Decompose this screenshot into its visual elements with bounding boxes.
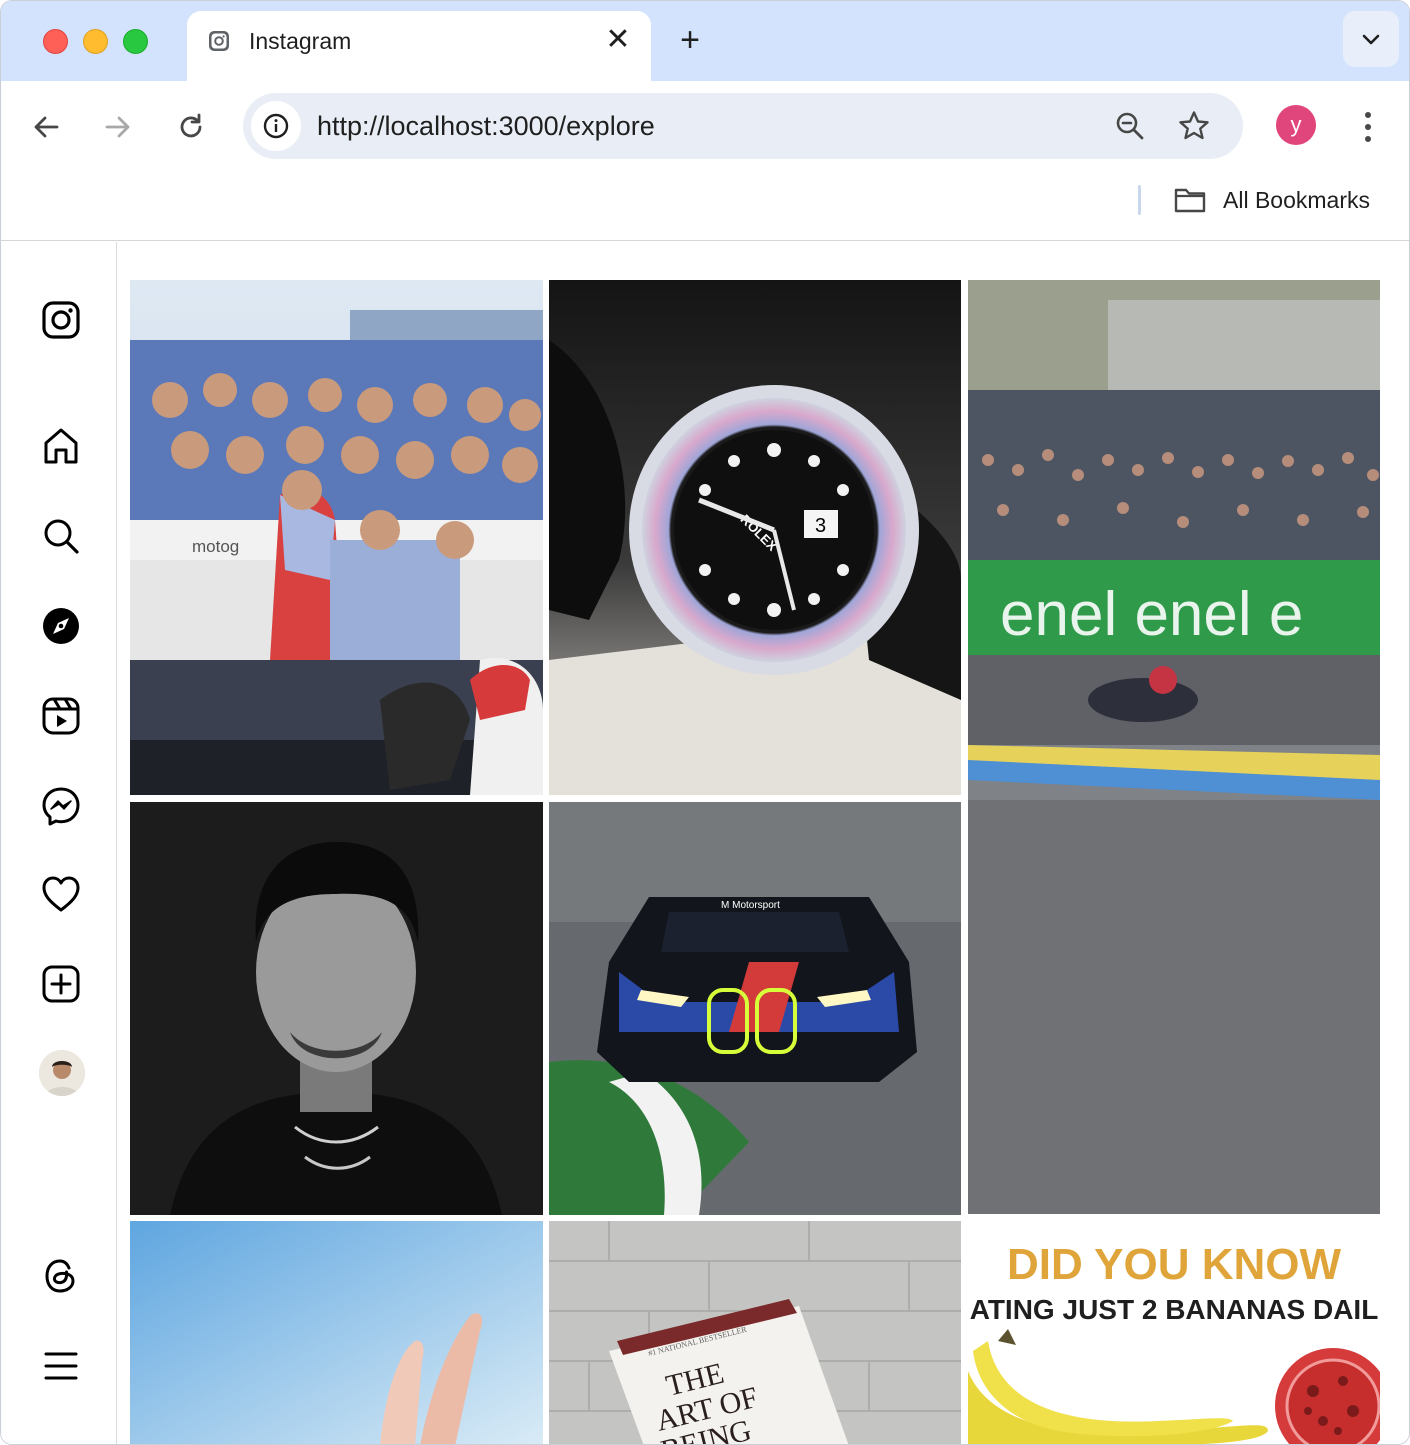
threads-icon [45, 1259, 75, 1293]
zoom-icon[interactable] [1113, 109, 1147, 143]
explore-compass-icon [43, 608, 79, 644]
browser-window: Instagram ✕ + http://localhost:3000/expl… [0, 0, 1410, 1445]
all-bookmarks-link[interactable]: All Bookmarks [1223, 185, 1370, 215]
sidebar-item-search[interactable] [39, 514, 83, 558]
minimize-window-button[interactable] [83, 29, 108, 54]
post-image-motogp-team: motog [130, 280, 543, 795]
explore-post-bmw-race-car[interactable]: M Motorsport [549, 802, 961, 1215]
tab-instagram[interactable]: Instagram ✕ [187, 11, 651, 81]
post-image-portrait [130, 802, 543, 1215]
sidebar-item-more[interactable] [39, 1344, 83, 1388]
maximize-window-button[interactable] [123, 29, 148, 54]
sidebar-item-profile-avatar[interactable] [39, 1050, 85, 1096]
explore-post-hand-sky[interactable] [130, 1221, 543, 1444]
back-arrow-icon[interactable] [25, 105, 69, 149]
new-tab-button[interactable]: + [673, 21, 707, 59]
post-image-bmw: M Motorsport [549, 802, 961, 1215]
more-menu-icon[interactable] [1353, 107, 1383, 147]
url-text[interactable]: http://localhost:3000/explore [317, 111, 655, 141]
motog-banner-text: motog [192, 537, 239, 556]
instagram-favicon-icon [209, 31, 229, 51]
create-plus-icon [42, 965, 80, 1003]
forward-arrow-icon[interactable] [95, 105, 139, 149]
tab-search-button[interactable] [1343, 11, 1399, 67]
bananas-subline: ATING JUST 2 BANANAS DAIL [970, 1294, 1379, 1325]
post-image-book: #1 NATIONAL BESTSELLER THE ART OF BEING [549, 1221, 961, 1444]
tab-title: Instagram [249, 28, 352, 54]
instagram-explore-page: motog 3 ROLEX enel enel e M Motorsport #… [1, 242, 1409, 1444]
bmw-car-text: M Motorsport [721, 900, 780, 911]
sidebar-item-home[interactable] [39, 424, 83, 468]
home-icon [44, 428, 78, 464]
reels-icon [42, 697, 80, 735]
explore-post-bananas[interactable]: DID YOU KNOW ATING JUST 2 BANANAS DAIL [968, 1221, 1380, 1444]
post-image-rolex: 3 ROLEX [549, 280, 961, 795]
did-you-know-headline: DID YOU KNOW [1007, 1240, 1342, 1289]
post-image-hand-sky [130, 1221, 543, 1444]
explore-post-portrait[interactable] [130, 802, 543, 1215]
search-icon [44, 519, 79, 554]
tab-close-icon[interactable]: ✕ [605, 25, 631, 55]
explore-post-motogp-celebration[interactable]: motog [130, 280, 543, 795]
tab-strip: Instagram ✕ + [1, 1, 1409, 81]
address-bar[interactable]: http://localhost:3000/explore [243, 93, 1243, 159]
folder-icon[interactable] [1173, 185, 1207, 215]
sidebar-item-create[interactable] [39, 962, 83, 1006]
post-image-bananas: DID YOU KNOW ATING JUST 2 BANANAS DAIL [968, 1221, 1380, 1444]
menu-icon [44, 1352, 78, 1380]
instagram-logo-icon [42, 301, 80, 339]
reload-icon[interactable] [169, 105, 213, 149]
chevron-down-icon [1362, 34, 1380, 45]
heart-icon [42, 876, 80, 912]
instagram-sidebar [1, 242, 117, 1444]
bookmark-star-icon[interactable] [1177, 109, 1211, 143]
sidebar-item-explore[interactable] [39, 604, 83, 648]
profile-avatar [39, 1050, 85, 1096]
sidebar-item-messages[interactable] [39, 784, 83, 828]
explore-post-book[interactable]: #1 NATIONAL BESTSELLER THE ART OF BEING [549, 1221, 961, 1444]
post-image-motogp-track: enel enel e [968, 280, 1380, 1214]
site-info-button[interactable] [251, 101, 301, 151]
info-icon [263, 113, 289, 139]
explore-post-motogp-track[interactable]: enel enel e [968, 280, 1380, 1214]
sidebar-item-instagram-logo[interactable] [39, 298, 83, 342]
enel-banner-text: enel enel e [1000, 580, 1303, 649]
profile-avatar-button[interactable]: y [1276, 105, 1316, 145]
sidebar-item-notifications[interactable] [39, 872, 83, 916]
messenger-icon [42, 787, 80, 826]
bookmarks-separator [1138, 185, 1141, 215]
sidebar-item-reels[interactable] [39, 694, 83, 738]
close-window-button[interactable] [43, 29, 68, 54]
browser-toolbar: http://localhost:3000/explore y [1, 81, 1409, 171]
sidebar-item-threads[interactable] [39, 1254, 83, 1298]
svg-text:3: 3 [815, 515, 826, 537]
bookmarks-bar: All Bookmarks [1, 171, 1409, 241]
explore-post-rolex-watch[interactable]: 3 ROLEX [549, 280, 961, 795]
